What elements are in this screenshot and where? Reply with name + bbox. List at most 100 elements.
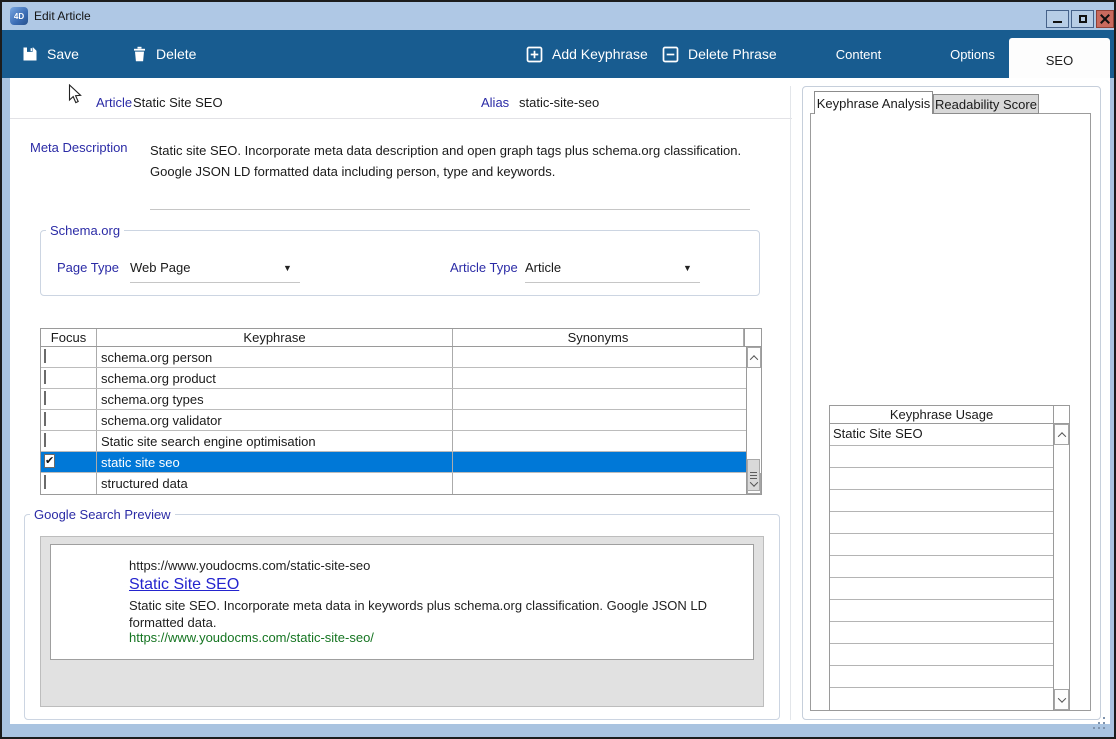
focus-checkbox[interactable]	[44, 433, 46, 447]
usage-row[interactable]	[830, 490, 1053, 512]
thumb-grip-icon	[750, 475, 757, 476]
article-type-label: Article Type	[450, 260, 518, 275]
keyphrase-usage-header-label: Keyphrase Usage	[830, 406, 1054, 423]
table-row[interactable]: schema.org validator	[41, 410, 746, 431]
article-type-dropdown-icon[interactable]: ▼	[683, 263, 692, 273]
delete-button[interactable]: Delete	[132, 30, 196, 78]
page-type-dropdown-icon[interactable]: ▼	[283, 263, 292, 273]
table-row[interactable]: schema.org person	[41, 347, 746, 368]
keyphrase-table-scrollbar[interactable]	[746, 347, 761, 494]
article-type-value[interactable]: Article	[525, 260, 561, 275]
header-synonyms: Synonyms	[453, 329, 744, 346]
page-type-label: Page Type	[57, 260, 119, 275]
table-row[interactable]: schema.org types	[41, 389, 746, 410]
save-icon	[22, 46, 38, 62]
minimize-button[interactable]	[1046, 10, 1069, 28]
mouse-cursor	[68, 84, 83, 105]
usage-scroll-up-button[interactable]	[1054, 424, 1069, 445]
usage-row[interactable]	[830, 600, 1053, 622]
keyphrase-usage-header: Keyphrase Usage	[830, 406, 1069, 424]
focus-checkbox[interactable]	[44, 391, 46, 405]
meta-description-label: Meta Description	[30, 140, 128, 155]
focus-checkbox[interactable]	[44, 349, 46, 363]
usage-row[interactable]	[830, 666, 1053, 688]
usage-row[interactable]	[830, 446, 1053, 468]
delete-phrase-label: Delete Phrase	[688, 46, 777, 62]
usage-row[interactable]	[830, 578, 1053, 600]
preview-description: Static site SEO. Incorporate meta data i…	[129, 597, 729, 631]
delete-phrase-button[interactable]: Delete Phrase	[662, 30, 777, 78]
meta-description-underline	[150, 209, 750, 210]
schema-org-title: Schema.org	[46, 223, 124, 238]
usage-row[interactable]	[830, 512, 1053, 534]
app-icon: 4D	[10, 7, 28, 25]
alias-label: Alias	[481, 95, 509, 110]
tab-keyphrase-analysis[interactable]: Keyphrase Analysis	[814, 91, 933, 114]
usage-scroll-track[interactable]	[1054, 445, 1069, 689]
tab-readability-score-label: Readability Score	[935, 97, 1037, 112]
preview-url: https://www.youdocms.com/static-site-seo	[129, 558, 370, 573]
page-type-value[interactable]: Web Page	[130, 260, 190, 275]
usage-row[interactable]	[830, 556, 1053, 578]
tab-keyphrase-analysis-label: Keyphrase Analysis	[817, 96, 930, 111]
tab-seo-label: SEO	[1046, 53, 1073, 68]
usage-row[interactable]	[830, 644, 1053, 666]
article-value[interactable]: Static Site SEO	[133, 95, 223, 110]
usage-scroll-down-button[interactable]	[1054, 689, 1069, 710]
header-keyphrase: Keyphrase	[97, 329, 453, 346]
usage-header-corner	[1054, 406, 1069, 423]
title-bar: 4D Edit Article	[2, 2, 1114, 30]
table-row[interactable]: Static site search engine optimisation	[41, 431, 746, 452]
chevron-up-icon	[750, 355, 758, 363]
resize-grip[interactable]	[1103, 727, 1105, 729]
table-row[interactable]: structured data	[41, 473, 746, 494]
minimize-icon	[1053, 21, 1062, 23]
chevron-up-icon	[1057, 432, 1065, 440]
close-button[interactable]	[1096, 10, 1114, 28]
table-row-selected[interactable]: ✔static site seo	[41, 452, 746, 473]
header-scroll-corner	[744, 329, 759, 346]
edit-article-window: 4D Edit Article Save Delete Add Keyphras…	[0, 0, 1116, 739]
focus-checkbox[interactable]	[44, 475, 46, 489]
focus-checkbox-checked[interactable]: ✔	[44, 454, 55, 468]
page-type-underline	[130, 282, 300, 283]
keyphrase-usage-table: Keyphrase Usage Static Site SEO	[829, 405, 1070, 711]
article-label: Article	[96, 95, 132, 110]
keyphrase-table-header: Focus Keyphrase Synonyms	[41, 329, 761, 347]
usage-row[interactable]	[830, 468, 1053, 490]
usage-row[interactable]	[830, 688, 1053, 710]
usage-scrollbar[interactable]	[1054, 424, 1069, 710]
usage-row[interactable]	[830, 622, 1053, 644]
maximize-icon	[1079, 15, 1087, 23]
panel-divider	[790, 86, 791, 720]
preview-display-url: https://www.youdocms.com/static-site-seo…	[129, 630, 374, 645]
focus-checkbox[interactable]	[44, 370, 46, 384]
maximize-button[interactable]	[1071, 10, 1094, 28]
meta-description-value[interactable]: Static site SEO. Incorporate meta data d…	[150, 140, 775, 182]
article-type-underline	[525, 282, 700, 283]
alias-value[interactable]: static-site-seo	[519, 95, 599, 110]
minus-square-icon	[662, 46, 679, 63]
focus-checkbox[interactable]	[44, 412, 46, 426]
tab-seo[interactable]: SEO	[1009, 38, 1110, 82]
close-icon	[1100, 14, 1110, 24]
table-row[interactable]: schema.org product	[41, 368, 746, 389]
chevron-down-icon	[1057, 694, 1065, 702]
usage-row[interactable]	[830, 534, 1053, 556]
add-keyphrase-button[interactable]: Add Keyphrase	[526, 30, 648, 78]
tab-readability-score[interactable]: Readability Score	[933, 94, 1039, 114]
google-preview-title: Google Search Preview	[30, 507, 175, 522]
scroll-up-button[interactable]	[747, 347, 761, 368]
preview-title-link[interactable]: Static Site SEO	[129, 576, 239, 594]
trash-icon	[132, 46, 147, 62]
separator-line	[10, 118, 792, 119]
usage-row[interactable]: Static Site SEO	[830, 424, 1053, 446]
tab-content[interactable]: Content	[785, 30, 932, 82]
tab-content-label: Content	[836, 47, 882, 62]
scroll-track[interactable]	[747, 368, 761, 473]
add-keyphrase-label: Add Keyphrase	[552, 46, 648, 62]
tab-options-label: Options	[950, 47, 995, 62]
header-focus: Focus	[41, 329, 97, 346]
tab-options[interactable]: Options	[936, 30, 1009, 82]
save-button[interactable]: Save	[22, 30, 79, 78]
